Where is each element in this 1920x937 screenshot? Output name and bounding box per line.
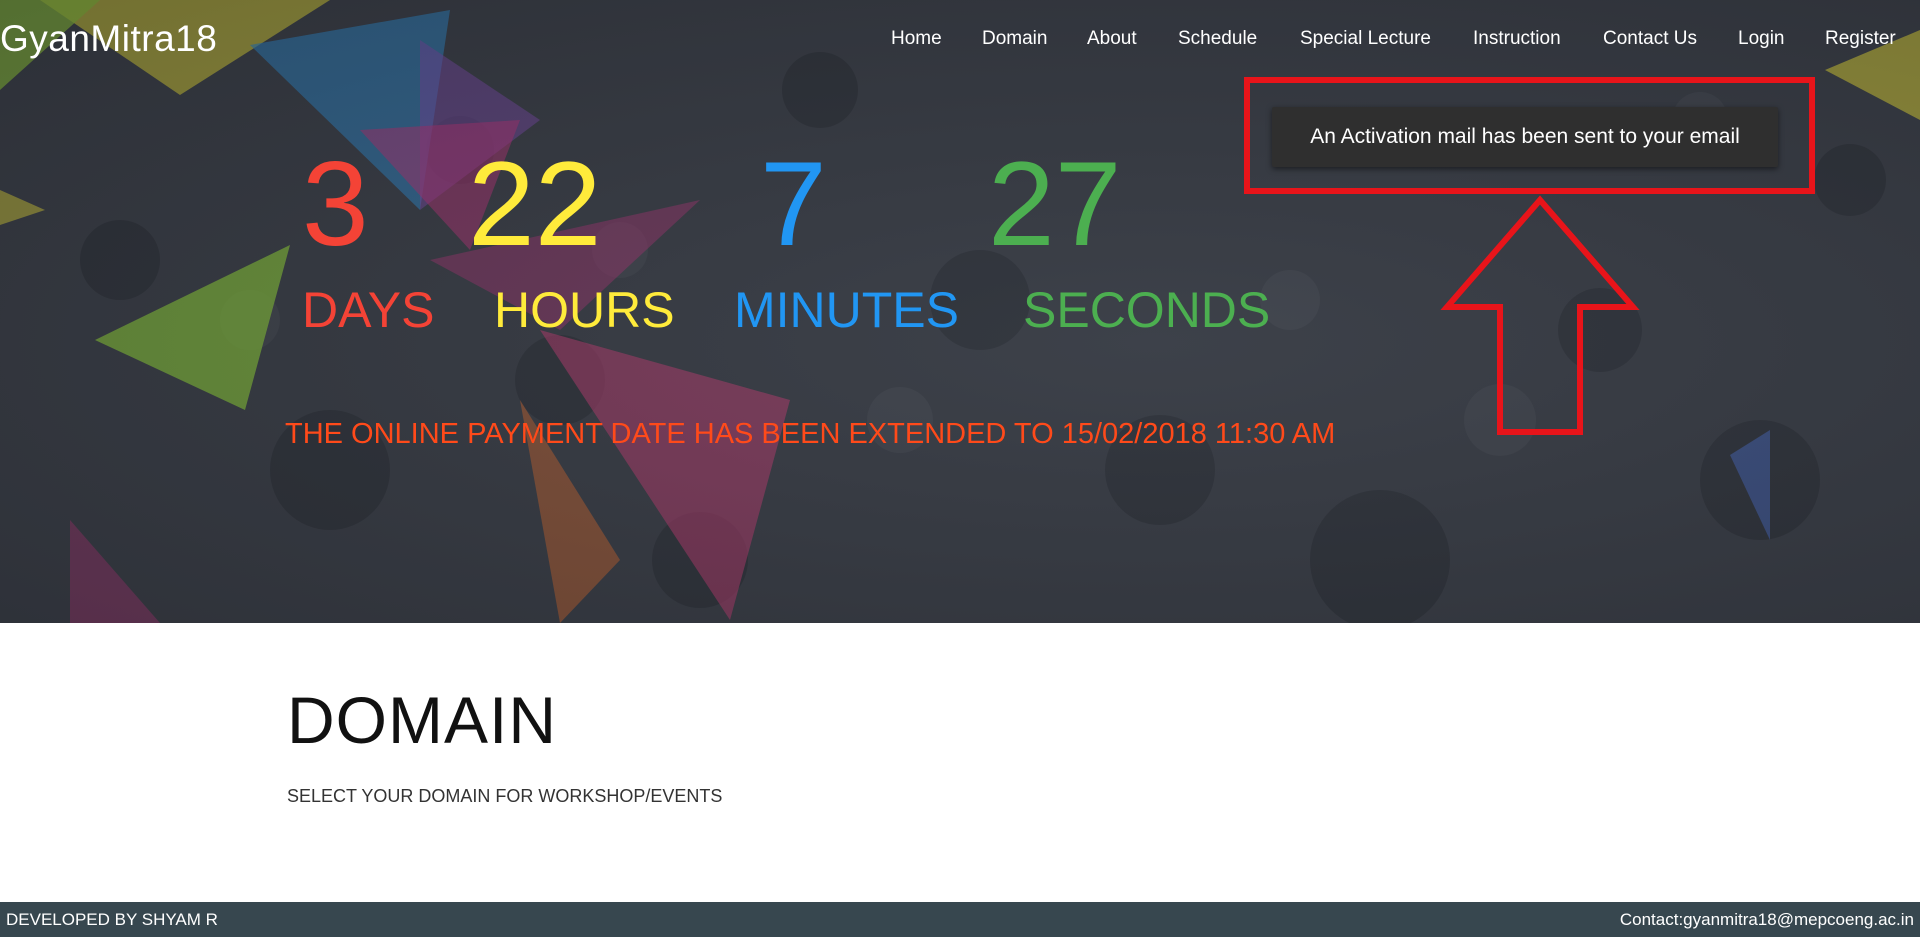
domain-heading: DOMAIN — [287, 683, 557, 757]
nav-schedule[interactable]: Schedule — [1178, 28, 1257, 50]
main-nav: Home Domain About Schedule Special Lectu… — [0, 28, 1920, 58]
countdown-seconds-label: SECONDS — [1023, 282, 1271, 338]
payment-notice: THE ONLINE PAYMENT DATE HAS BEEN EXTENDE… — [285, 418, 1336, 450]
nav-home[interactable]: Home — [891, 28, 942, 50]
nav-domain[interactable]: Domain — [982, 28, 1047, 50]
annotation-arrow-icon — [1440, 195, 1640, 435]
nav-contact-us[interactable]: Contact Us — [1603, 28, 1697, 50]
countdown-days-value: 3 — [302, 137, 369, 271]
nav-login[interactable]: Login — [1738, 28, 1785, 50]
footer-contact[interactable]: Contact:gyanmitra18@mepcoeng.ac.in — [1620, 910, 1914, 930]
countdown-hours-label: HOURS — [494, 282, 675, 338]
nav-register[interactable]: Register — [1825, 28, 1896, 50]
nav-instruction[interactable]: Instruction — [1473, 28, 1561, 50]
footer: DEVELOPED BY SHYAM R Contact:gyanmitra18… — [0, 902, 1920, 937]
countdown-minutes-value: 7 — [760, 137, 827, 271]
activation-toast: An Activation mail has been sent to your… — [1272, 107, 1778, 167]
hero-banner: GyanMitra18 Home Domain About Schedule S… — [0, 0, 1920, 623]
countdown-seconds-value: 27 — [988, 137, 1122, 271]
footer-credit: DEVELOPED BY SHYAM R — [6, 910, 218, 929]
nav-about[interactable]: About — [1087, 28, 1137, 50]
nav-special-lecture[interactable]: Special Lecture — [1300, 28, 1431, 50]
countdown-minutes-label: MINUTES — [734, 282, 959, 338]
domain-subtitle: SELECT YOUR DOMAIN FOR WORKSHOP/EVENTS — [287, 786, 723, 806]
countdown-hours-value: 22 — [468, 137, 602, 271]
countdown-days-label: DAYS — [302, 282, 435, 338]
